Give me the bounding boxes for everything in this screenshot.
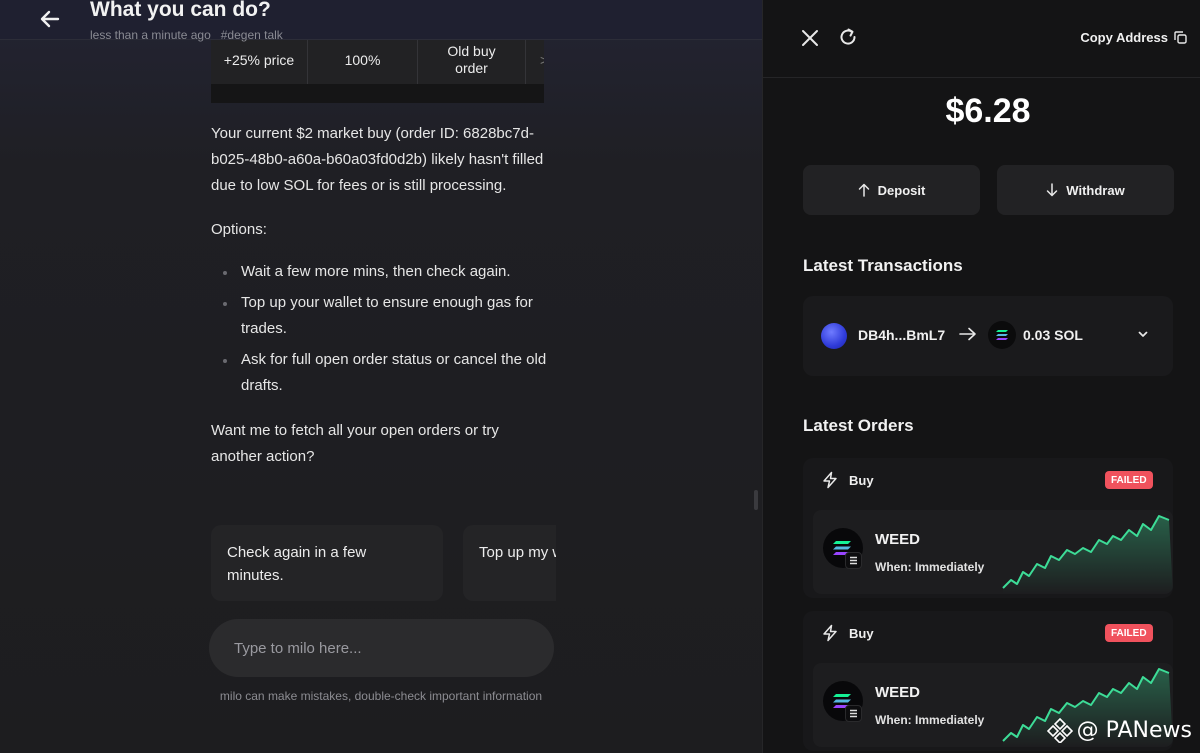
token-name: WEED xyxy=(875,531,920,548)
status-badge: FAILED xyxy=(1105,624,1153,642)
close-icon[interactable] xyxy=(801,29,819,47)
token-badge-icon xyxy=(845,552,862,569)
wallet-panel: Copy Address $6.28 Deposit Withdraw Late… xyxy=(762,0,1200,753)
chat-header: What you can do? less than a minute ago #… xyxy=(0,0,762,42)
back-arrow-icon[interactable] xyxy=(38,8,62,30)
assistant-message: Your current $2 market buy (order ID: 68… xyxy=(211,121,549,199)
disclaimer: milo can make mistakes, double-check imp… xyxy=(219,689,543,703)
followup-question: Want me to fetch all your open orders or… xyxy=(211,422,499,465)
suggestion-chip[interactable]: Top up my wallet xyxy=(463,525,556,601)
timestamp: less than a minute ago xyxy=(90,28,211,42)
list-item: Top up your wallet to ensure enough gas … xyxy=(221,290,551,342)
copy-icon xyxy=(1174,31,1187,44)
order-details: WEED When: Immediately xyxy=(813,510,1173,594)
token-name: WEED xyxy=(875,684,920,701)
wallet-avatar xyxy=(821,323,847,349)
order-type: Buy xyxy=(849,473,874,488)
option-cell[interactable]: 100% xyxy=(308,36,418,84)
chevron-down-icon[interactable] xyxy=(1137,329,1149,339)
arrow-right-icon xyxy=(959,327,976,341)
watermark: @ PANews xyxy=(1046,717,1192,743)
transaction-from: DB4h...BmL7 xyxy=(858,327,946,343)
copy-address-button[interactable]: Copy Address xyxy=(1080,30,1187,45)
transaction-row[interactable]: DB4h...BmL7 0.03 SOL xyxy=(803,296,1173,376)
page-title: What you can do? xyxy=(90,0,271,21)
lightning-icon xyxy=(823,624,837,642)
price-sparkline xyxy=(1002,515,1173,594)
panews-logo-icon xyxy=(1046,717,1073,743)
lightning-icon xyxy=(823,471,837,489)
refresh-icon[interactable] xyxy=(838,27,858,47)
resize-handle[interactable] xyxy=(754,490,758,510)
chat-pane: +25% price 100% Old buy order > What you… xyxy=(0,0,762,753)
wallet-balance: $6.28 xyxy=(945,92,1031,130)
wallet-toolbar: Copy Address xyxy=(763,0,1200,78)
option-cell[interactable]: +25% price xyxy=(211,36,308,84)
deposit-button[interactable]: Deposit xyxy=(803,165,980,215)
arrow-up-icon xyxy=(858,183,869,197)
sol-token-icon xyxy=(988,321,1016,349)
option-cell[interactable]: Old buy order xyxy=(418,36,526,84)
order-timing: When: Immediately xyxy=(875,560,985,574)
list-item: Wait a few more mins, then check again. xyxy=(221,259,551,285)
conversation-tag[interactable]: #degen talk xyxy=(221,28,283,42)
order-header: Buy FAILED xyxy=(803,611,1173,655)
order-timing: When: Immediately xyxy=(875,713,985,727)
token-badge-icon xyxy=(845,705,862,722)
transaction-amount: 0.03 SOL xyxy=(1023,327,1083,343)
suggestion-chip-clip: Top up my wallet xyxy=(463,525,556,601)
withdraw-label: Withdraw xyxy=(1066,182,1125,198)
options-table: +25% price 100% Old buy order > xyxy=(211,36,544,103)
transactions-title: Latest Transactions xyxy=(803,256,963,275)
suggestion-chip[interactable]: Check again in a few minutes. xyxy=(211,525,443,601)
watermark-text: @ PANews xyxy=(1076,717,1192,743)
message-text: Your current $2 market buy (order ID: 68… xyxy=(211,125,544,194)
options-list: Wait a few more mins, then check again. … xyxy=(221,259,551,404)
withdraw-button[interactable]: Withdraw xyxy=(997,165,1174,215)
list-item: Ask for full open order status or cancel… xyxy=(221,347,551,399)
copy-address-label: Copy Address xyxy=(1080,30,1168,45)
arrow-down-icon xyxy=(1047,183,1058,197)
order-header: Buy FAILED xyxy=(803,458,1173,502)
conversation-meta: less than a minute ago #degen talk xyxy=(90,28,283,42)
option-cell-partial[interactable]: > xyxy=(526,36,544,84)
status-badge: FAILED xyxy=(1105,471,1153,489)
options-label: Options: xyxy=(211,221,267,238)
deposit-label: Deposit xyxy=(877,182,926,198)
order-type: Buy xyxy=(849,626,874,641)
order-card[interactable]: Buy FAILED WEED When: Immediately xyxy=(803,458,1173,598)
orders-title: Latest Orders xyxy=(803,416,914,435)
chat-input[interactable]: Type to milo here... xyxy=(209,619,554,677)
